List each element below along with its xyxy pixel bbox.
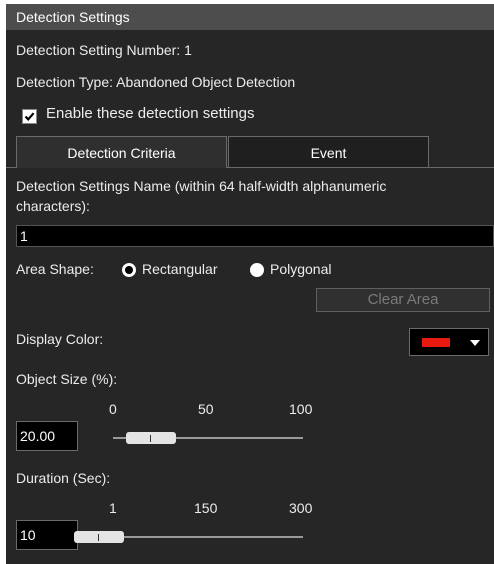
area-shape-label: Area Shape: bbox=[16, 261, 94, 277]
duration-tick-mid: 150 bbox=[194, 500, 218, 516]
duration-tick-max: 300 bbox=[289, 500, 313, 516]
setting-number-text: Detection Setting Number: 1 bbox=[16, 42, 192, 58]
object-size-slider-thumb[interactable] bbox=[126, 432, 176, 444]
tab-event[interactable]: Event bbox=[228, 136, 429, 168]
detection-name-input[interactable]: 1 bbox=[16, 225, 494, 247]
slider-grip bbox=[98, 534, 100, 541]
name-field-label-line1: Detection Settings Name (within 64 half-… bbox=[16, 178, 387, 194]
enable-label[interactable]: Enable these detection settings bbox=[46, 105, 254, 122]
panel-title: Detection Settings bbox=[16, 9, 130, 25]
name-field-label-line2: characters): bbox=[16, 198, 90, 214]
object-size-label: Object Size (%): bbox=[16, 371, 118, 387]
display-color-dropdown[interactable] bbox=[409, 328, 489, 356]
clear-area-label: Clear Area bbox=[367, 291, 439, 308]
object-size-tick-max: 100 bbox=[289, 401, 313, 417]
tab-detection-criteria-label: Detection Criteria bbox=[67, 145, 176, 161]
tab-event-label: Event bbox=[310, 145, 347, 161]
radio-polygonal-label[interactable]: Polygonal bbox=[270, 261, 332, 277]
display-color-label: Display Color: bbox=[16, 331, 104, 347]
duration-input[interactable]: 10 bbox=[16, 520, 78, 550]
radio-rectangular-label[interactable]: Rectangular bbox=[142, 261, 218, 277]
detection-settings-panel: Detection Settings Detection Setting Num… bbox=[6, 4, 494, 564]
object-size-tick-min: 0 bbox=[109, 401, 117, 417]
panel-header: Detection Settings bbox=[6, 4, 494, 30]
detection-type-text: Detection Type: Abandoned Object Detecti… bbox=[16, 74, 296, 90]
color-swatch bbox=[422, 338, 450, 347]
clear-area-button[interactable]: Clear Area bbox=[316, 288, 490, 312]
radio-selected-dot bbox=[125, 266, 133, 274]
duration-value: 10 bbox=[20, 527, 36, 543]
duration-label: Duration (Sec): bbox=[16, 470, 111, 486]
object-size-tick-mid: 50 bbox=[198, 401, 214, 417]
radio-rectangular[interactable] bbox=[122, 263, 136, 277]
chevron-down-icon bbox=[470, 340, 480, 346]
detection-name-value: 1 bbox=[20, 228, 28, 244]
object-size-value: 20.00 bbox=[20, 428, 56, 444]
slider-grip bbox=[150, 435, 151, 442]
duration-slider-track[interactable] bbox=[93, 536, 303, 538]
enable-checkbox[interactable] bbox=[22, 109, 37, 124]
object-size-input[interactable]: 20.00 bbox=[16, 421, 78, 451]
tab-detection-criteria[interactable]: Detection Criteria bbox=[16, 136, 227, 168]
radio-polygonal[interactable] bbox=[250, 263, 264, 277]
checkmark-icon bbox=[24, 112, 35, 122]
duration-slider-thumb[interactable] bbox=[74, 531, 125, 543]
duration-tick-min: 1 bbox=[109, 500, 117, 516]
